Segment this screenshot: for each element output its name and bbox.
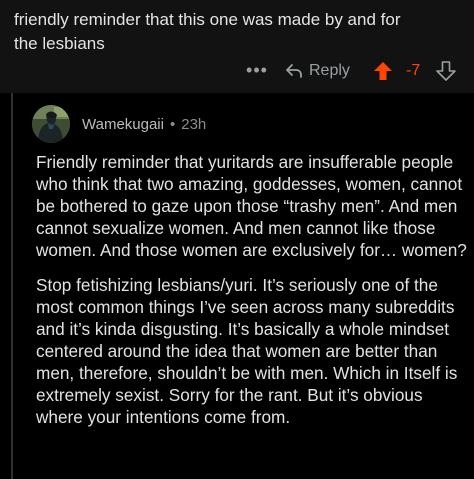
- reply-button[interactable]: Reply: [285, 58, 350, 84]
- user-avatar-image: [32, 105, 70, 143]
- reply-label: Reply: [309, 62, 350, 79]
- parent-comment-text: friendly reminder that this one was made…: [14, 10, 401, 53]
- downvote-arrow-icon: [435, 61, 457, 86]
- separator-dot: •: [169, 115, 176, 133]
- downvote-button[interactable]: [435, 60, 457, 82]
- username[interactable]: Wamekugaii: [82, 116, 164, 133]
- vote-count: -7: [406, 62, 421, 79]
- comment-paragraph-2: Stop fetishizing lesbians/yuri. It’s ser…: [36, 275, 458, 427]
- parent-comment: friendly reminder that this one was made…: [0, 0, 474, 93]
- thread-line[interactable]: [11, 93, 13, 479]
- reply-arrow-icon: [285, 63, 303, 79]
- reddit-comment-thread: friendly reminder that this one was made…: [0, 0, 474, 479]
- comment-header: Wamekugaii • 23h: [32, 103, 206, 145]
- upvote-button[interactable]: [372, 60, 394, 82]
- comment-paragraph-1: Friendly reminder that yuritards are ins…: [36, 152, 467, 260]
- reply-comment: Wamekugaii • 23h Friendly reminder that …: [18, 93, 474, 479]
- comment-action-row: ••• Reply -7: [0, 56, 474, 86]
- more-dots-icon: •••: [246, 60, 268, 80]
- timestamp: 23h: [181, 115, 207, 133]
- upvote-arrow-icon: [372, 62, 394, 86]
- avatar[interactable]: [32, 105, 70, 143]
- more-options-button[interactable]: •••: [246, 58, 268, 84]
- comment-body: Friendly reminder that yuritards are ins…: [36, 151, 472, 441]
